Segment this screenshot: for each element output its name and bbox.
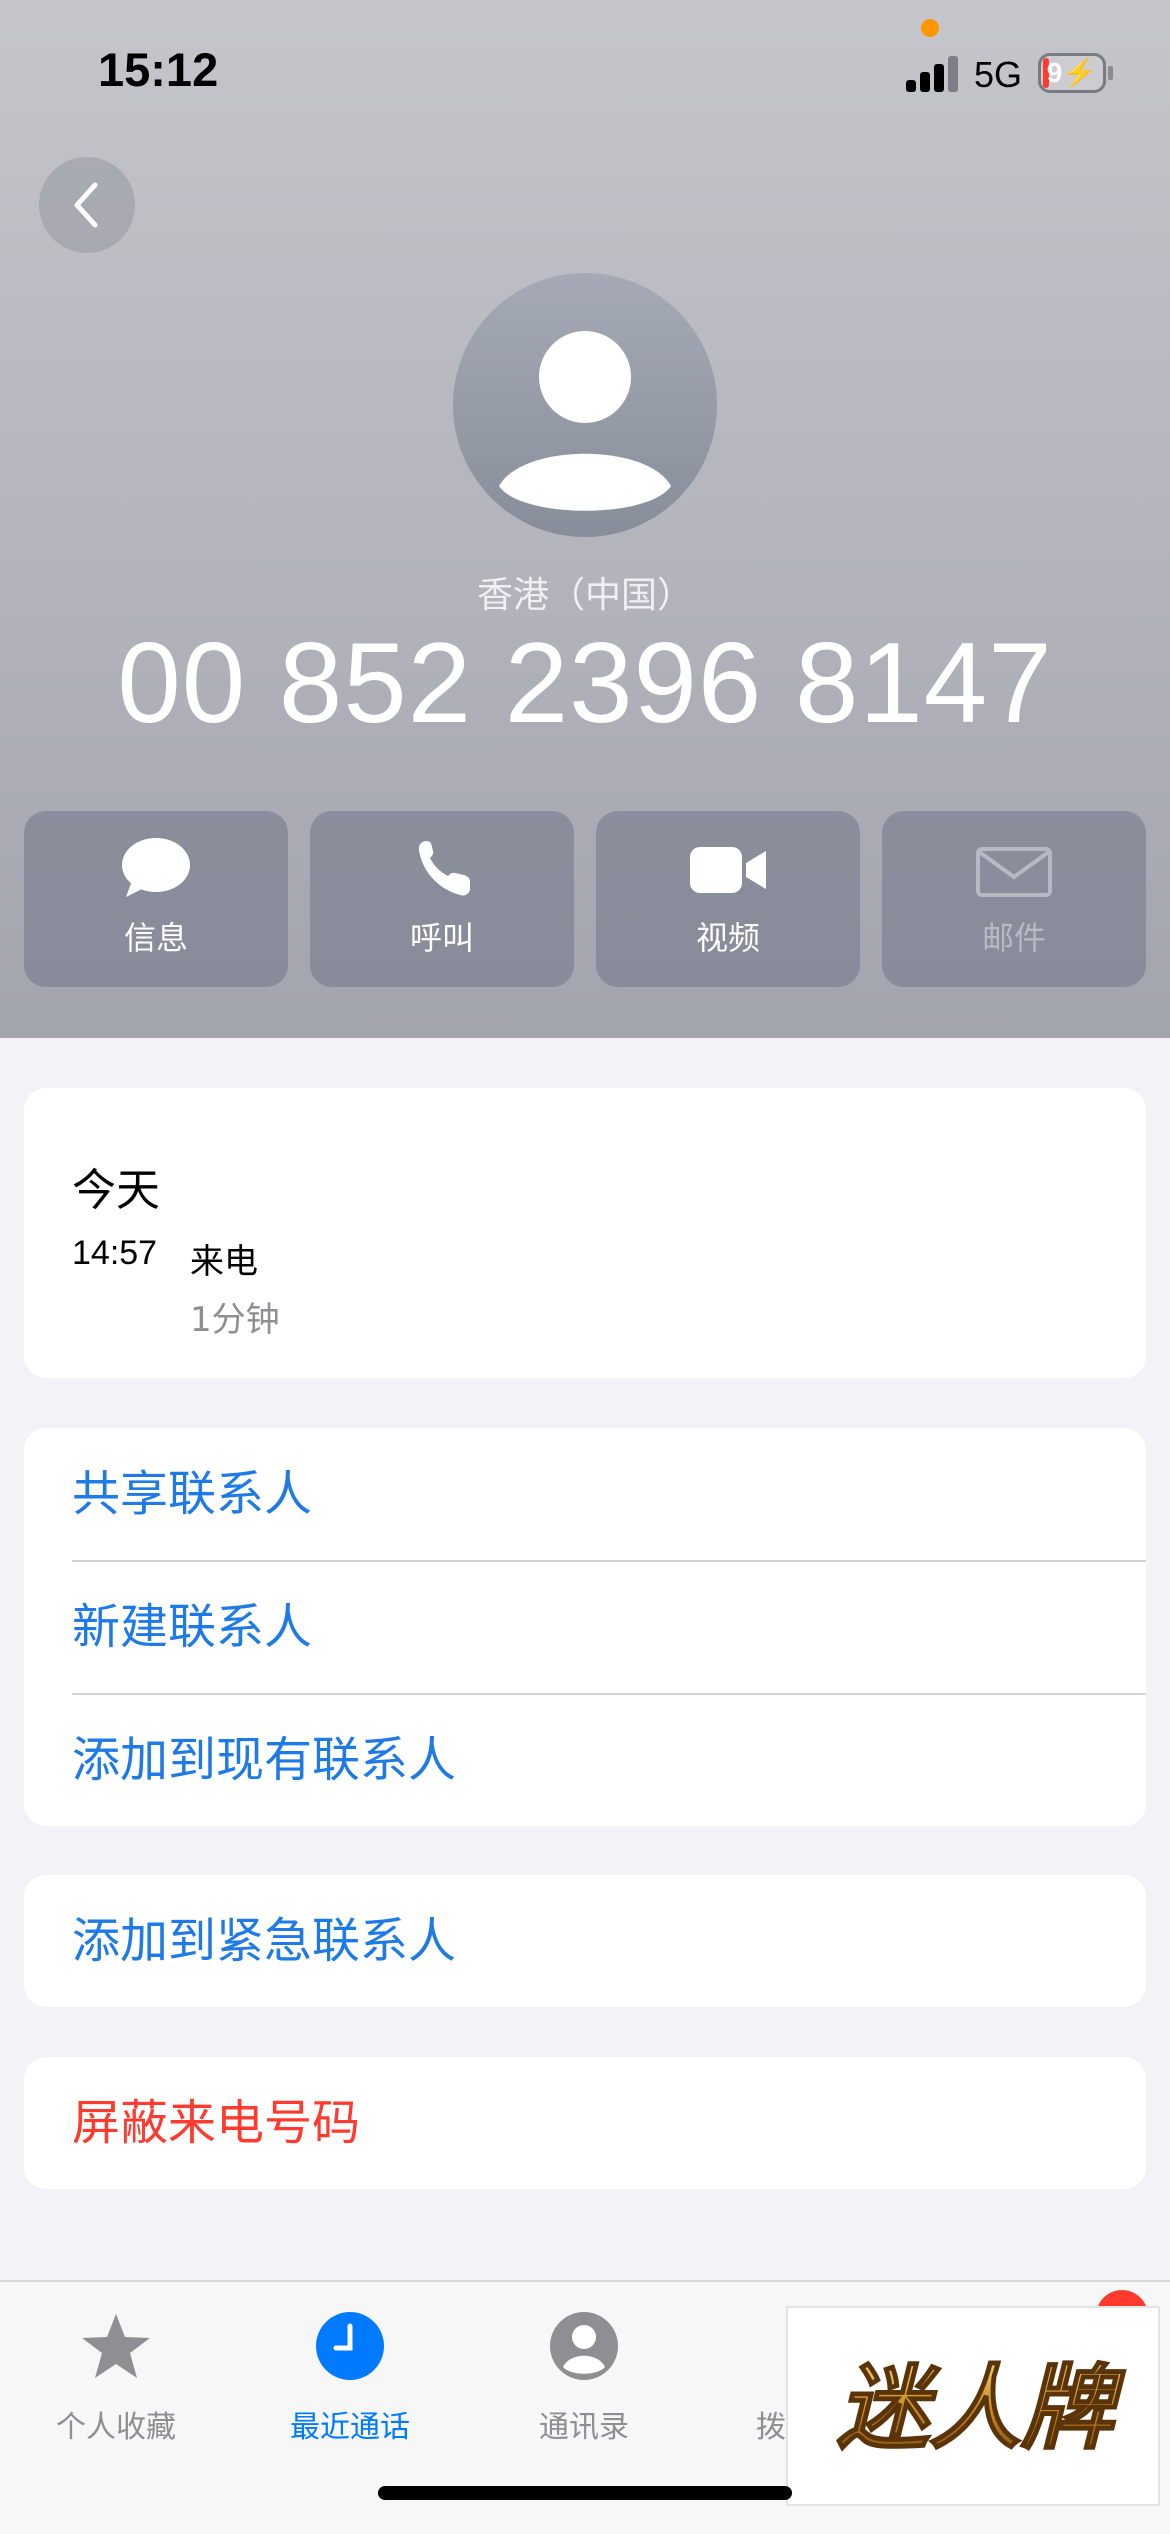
block-card: 屏蔽来电号码 bbox=[24, 2057, 1146, 2189]
block-caller-button[interactable]: 屏蔽来电号码 bbox=[72, 2057, 1146, 2189]
back-button[interactable] bbox=[39, 157, 135, 253]
video-camera-icon bbox=[690, 847, 766, 893]
home-indicator bbox=[378, 2486, 792, 2500]
tab-favorites[interactable]: 个人收藏 bbox=[16, 2300, 216, 2450]
add-to-existing-contact-button[interactable]: 添加到现有联系人 bbox=[72, 1694, 1146, 1826]
tab-label: 通讯录 bbox=[539, 2410, 629, 2445]
phone-icon bbox=[418, 841, 470, 896]
call-button[interactable]: 呼叫 bbox=[310, 811, 574, 987]
quick-actions: 信息 呼叫 视频 邮件 bbox=[0, 811, 1170, 987]
contact-icon bbox=[550, 2312, 618, 2380]
contact-header: 15:12 5G 9⚡ 香港（中国） 00 852 2396 8147 信息 呼… bbox=[0, 0, 1170, 1038]
share-contact-button[interactable]: 共享联系人 bbox=[72, 1428, 1146, 1560]
signal-icon bbox=[906, 54, 960, 92]
video-label: 视频 bbox=[695, 919, 760, 957]
tab-recents[interactable]: 最近通话 bbox=[250, 2300, 450, 2450]
watermark-logo: 迷人牌 bbox=[786, 2306, 1160, 2506]
call-time: 14:57 bbox=[72, 1234, 158, 1272]
watermark-text: 迷人牌 bbox=[837, 2355, 1126, 2462]
call-duration: 1分钟 bbox=[190, 1300, 280, 1340]
contact-options-card: 共享联系人 新建联系人 添加到现有联系人 bbox=[24, 1428, 1146, 1826]
message-button[interactable]: 信息 bbox=[24, 811, 288, 987]
history-date: 今天 bbox=[72, 1165, 160, 1216]
emergency-card: 添加到紧急联系人 bbox=[24, 1875, 1146, 2007]
tab-label: 最近通话 bbox=[290, 2410, 410, 2445]
message-bubble-icon bbox=[122, 838, 190, 897]
network-type: 5G bbox=[974, 54, 1023, 95]
number-location: 香港（中国） bbox=[476, 575, 693, 616]
phone-number: 00 852 2396 8147 bbox=[117, 620, 1053, 747]
mail-label: 邮件 bbox=[981, 919, 1046, 957]
create-contact-button[interactable]: 新建联系人 bbox=[72, 1561, 1146, 1693]
video-button[interactable]: 视频 bbox=[596, 811, 860, 987]
tab-label: 个人收藏 bbox=[56, 2410, 176, 2445]
message-label: 信息 bbox=[123, 919, 188, 957]
mail-button[interactable]: 邮件 bbox=[882, 811, 1146, 987]
envelope-icon bbox=[976, 847, 1052, 897]
battery-percent: 9 bbox=[1046, 57, 1063, 88]
bolt-icon: ⚡ bbox=[1062, 57, 1098, 88]
call-type: 来电 bbox=[190, 1242, 258, 1282]
tab-contacts[interactable]: 通讯录 bbox=[484, 2300, 684, 2450]
camera-indicator-icon bbox=[921, 19, 939, 37]
chevron-left-icon bbox=[74, 182, 98, 228]
clock-icon bbox=[316, 2312, 384, 2380]
avatar bbox=[453, 273, 717, 537]
status-time: 15:12 bbox=[98, 43, 219, 96]
add-emergency-contact-button[interactable]: 添加到紧急联系人 bbox=[72, 1875, 1146, 2007]
star-icon bbox=[82, 2314, 150, 2378]
call-history-card: 今天 14:57 来电 1分钟 bbox=[24, 1088, 1146, 1378]
call-label: 呼叫 bbox=[409, 919, 474, 957]
battery-charging-icon: 9⚡ bbox=[1038, 53, 1106, 93]
person-silhouette-icon bbox=[499, 331, 671, 511]
battery-cap bbox=[1108, 66, 1113, 80]
